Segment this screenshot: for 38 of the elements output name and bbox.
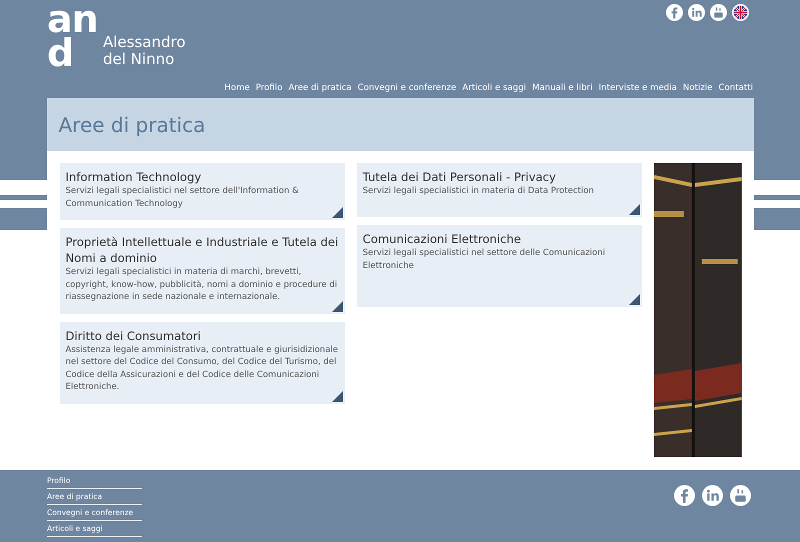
logo-name: Alessandro (103, 34, 186, 51)
linkedin-icon[interactable] (688, 4, 705, 21)
card-text: Assistenza legale amministrativa, contrattuale e giurisidizionale nel settore del Codice del Consumo, del Codice del Turismo, del Codice della Assicurazioni e del Codice delle Comunicazioni Elettroniche. (66, 344, 339, 394)
nav-link[interactable]: Profilo (256, 83, 282, 93)
corner-icon (332, 390, 343, 402)
corner-icon (628, 294, 640, 305)
flag-icon[interactable] (732, 4, 749, 21)
practice-card[interactable] (60, 228, 345, 314)
card-text: Servizi legali specialistici nel settore dell'Information & Communication Technology (66, 185, 300, 210)
card-title: Proprietà Intellettuale e Industriale e Tutela dei Nomi a dominio (66, 234, 339, 266)
facebook-icon[interactable] (674, 485, 695, 506)
card-title: Tutela dei Dati Personali - Privacy (362, 169, 557, 185)
logo-mark: and (47, 2, 99, 70)
card-title: Comunicazioni Elettroniche (362, 231, 522, 247)
corner-icon (332, 207, 343, 218)
nav-link[interactable]: Home (224, 83, 250, 93)
practice-card[interactable] (60, 322, 345, 404)
nav-link[interactable]: Aree di pratica (288, 83, 352, 93)
card-text: Servizi legali specialistici in materia di marchi, brevetti, copyright, know-how, pubblicità, nomi a dominio e procedure di riassegnazione in sede nazionale e internazionale. (66, 266, 338, 304)
corner-icon (332, 300, 343, 312)
nav-link[interactable]: Interviste e media (598, 83, 677, 93)
card-title: Information Technology (66, 169, 202, 185)
page-title: Aree di pratica (58, 112, 206, 136)
nav-link[interactable]: Manuali e libri (532, 83, 593, 93)
facebook-icon[interactable] (666, 4, 683, 21)
linkedin-icon[interactable] (702, 485, 723, 506)
corner-icon (628, 204, 640, 215)
practice-card[interactable]: Comunicazioni Elettroniche Servizi legali specialistici nel settore delle Comunicazioni Elettroniche (356, 225, 642, 307)
practice-card[interactable]: Tutela dei Dati Personali - Privacy Servizi legali specialistici in materia di Data Protection (356, 163, 642, 217)
practice-card[interactable]: Information Technology Servizi legali specialistici nel settore dell'Information & Communication Technology (60, 163, 345, 220)
nav-link[interactable]: Contatti (718, 83, 753, 93)
logo-name: del Ninno (103, 51, 176, 68)
nav-link[interactable]: Articoli e saggi (462, 83, 526, 93)
card-text: Servizi legali specialistici nel settore delle Comunicazioni Elettroniche (362, 247, 606, 272)
card-text: Servizi legali specialistici in materia di Data Protection (362, 185, 595, 198)
nav-link[interactable]: Convegni e conferenze (358, 83, 456, 93)
card-title: Diritto dei Consumatori (66, 328, 202, 344)
nav-link[interactable]: Notizie (682, 83, 713, 93)
